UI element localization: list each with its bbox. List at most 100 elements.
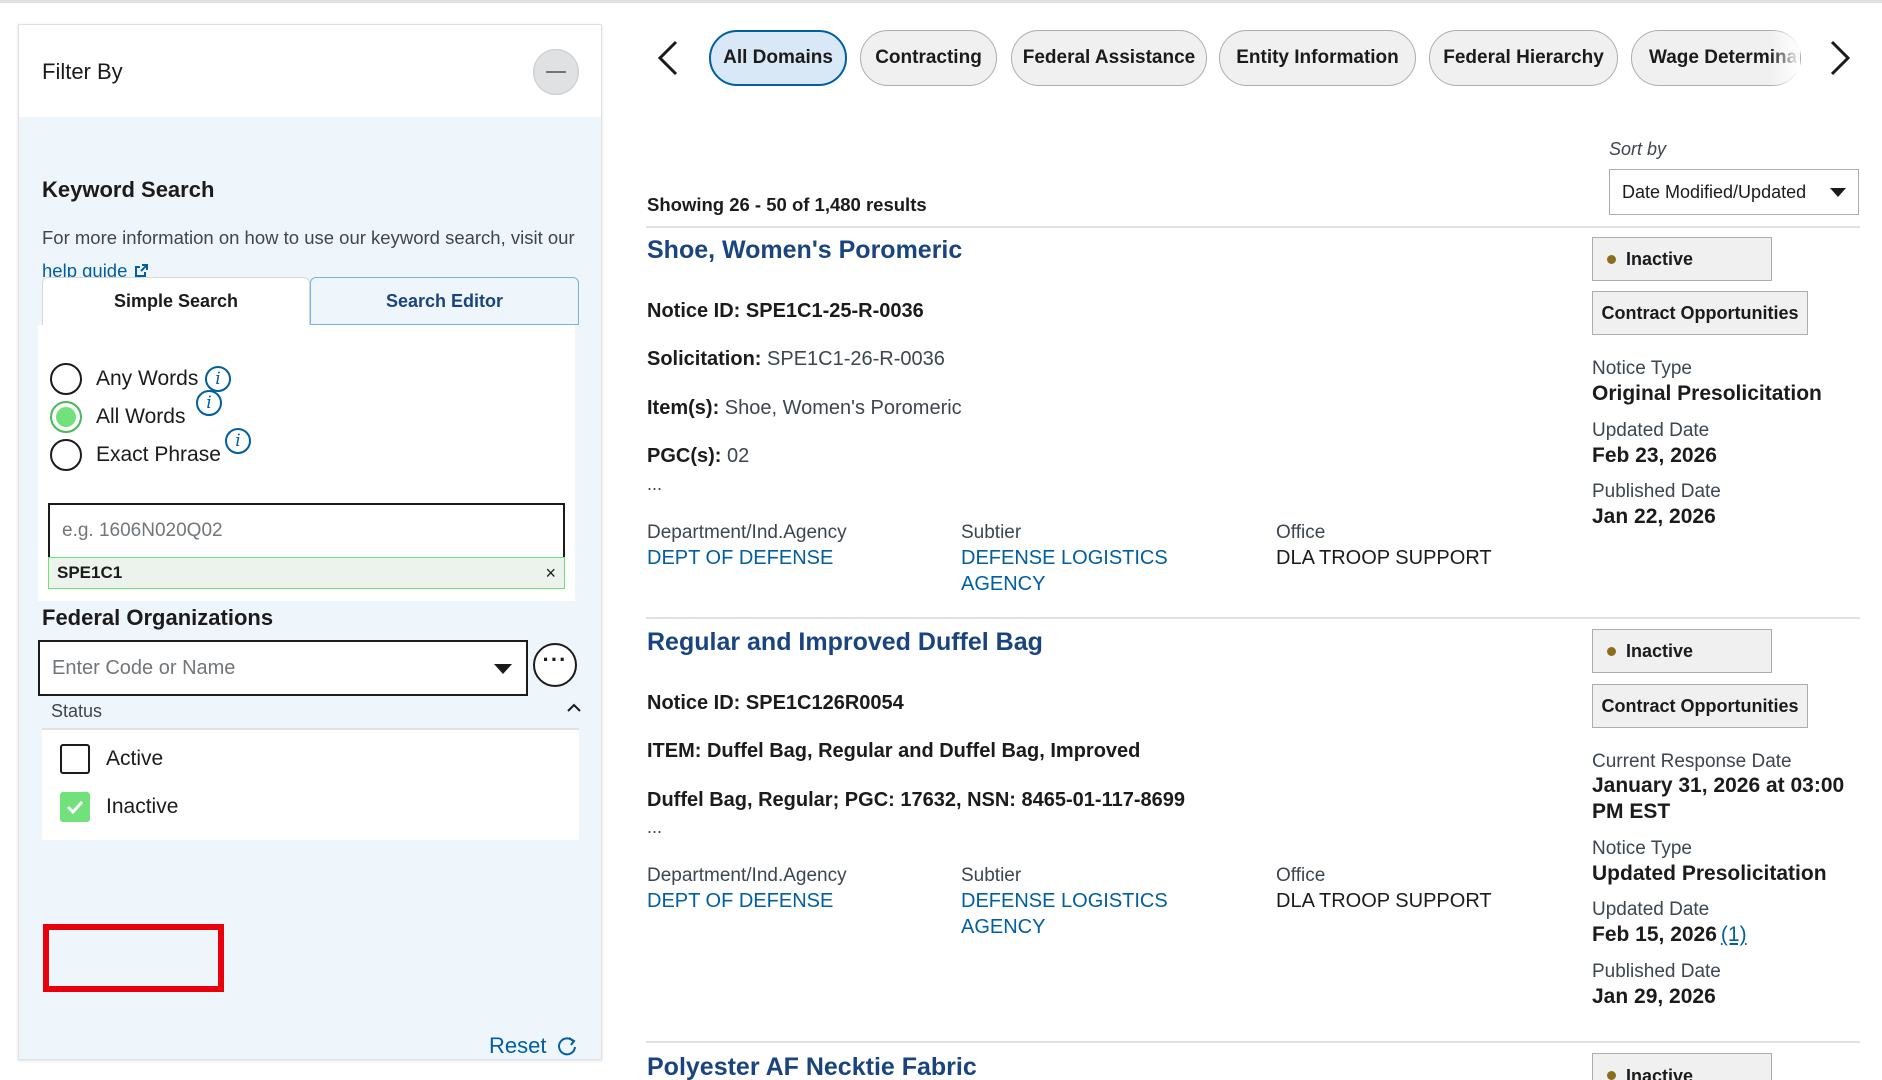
checkbox[interactable] xyxy=(60,744,90,774)
pgc: PGC(s): 02 xyxy=(647,445,750,467)
updated-date-value: Feb 23, 2026 xyxy=(1592,444,1717,467)
checkbox-label: Active xyxy=(106,747,164,770)
radio-button[interactable] xyxy=(50,401,82,433)
response-date-value: January 31, 2026 at 03:00 PM EST xyxy=(1592,774,1845,823)
ellipsis: ... xyxy=(647,817,663,837)
radio-button[interactable] xyxy=(50,363,82,395)
item-line: ITEM: Duffel Bag, Regular and Duffel Bag… xyxy=(647,740,1141,762)
sort-value: Date Modified/Updated xyxy=(1622,182,1807,202)
radio-all-words[interactable]: All Words xyxy=(50,401,185,433)
department-label: Department/Ind.Agency xyxy=(647,522,847,543)
result-title[interactable]: Polyester AF Necktie Fabric xyxy=(647,1053,977,1080)
department-label: Department/Ind.Agency xyxy=(647,865,847,886)
domain-pill-federal-hierarchy[interactable]: Federal Hierarchy xyxy=(1429,30,1618,86)
office-label: Office xyxy=(1276,522,1326,543)
status-dot-icon xyxy=(1607,646,1616,656)
solicitation: Solicitation: SPE1C1-26-R-0036 xyxy=(647,348,945,370)
highlight-box xyxy=(43,924,224,992)
office-value: DLA TROOP SUPPORT xyxy=(1276,547,1492,569)
radio-any-words[interactable]: Any Words xyxy=(50,363,198,395)
type-badge: Contract Opportunities xyxy=(1592,684,1808,728)
description-line: Duffel Bag, Regular; PGC: 17632, NSN: 84… xyxy=(647,789,1185,811)
updated-date-label: Updated Date xyxy=(1592,899,1710,920)
tab-simple-search[interactable]: Simple Search xyxy=(42,277,310,325)
domain-pill-federal-assistance[interactable]: Federal Assistance xyxy=(1011,30,1207,86)
filter-header: Filter By xyxy=(19,25,601,117)
collapse-filter-button[interactable] xyxy=(533,49,579,95)
subtier-link[interactable]: DEFENSE LOGISTICS AGENCY xyxy=(961,888,1191,940)
filter-title: Filter By xyxy=(42,59,123,84)
status-label: Status xyxy=(51,701,103,721)
federal-org-select[interactable]: Enter Code or Name xyxy=(38,640,528,696)
items: Item(s): Shoe, Women's Poromeric xyxy=(647,397,962,419)
sort-select[interactable]: Date Modified/Updated xyxy=(1609,169,1859,215)
reset-button[interactable]: Reset xyxy=(489,1033,578,1059)
filter-panel: Filter By Keyword Search For more inform… xyxy=(18,24,602,1060)
federal-organizations-title: Federal Organizations xyxy=(42,605,274,630)
status-badge: Inactive xyxy=(1592,1053,1772,1080)
result-title[interactable]: Regular and Improved Duffel Bag xyxy=(647,628,1043,657)
radio-label: All Words xyxy=(96,405,186,428)
simple-search-panel: Any Words i All Words i Exact Phrase i S… xyxy=(38,325,575,601)
department-link[interactable]: DEPT OF DEFENSE xyxy=(647,888,833,914)
search-tabs: Simple Search Search Editor xyxy=(42,277,582,325)
check-icon xyxy=(66,800,84,814)
response-date-label: Current Response Date xyxy=(1592,751,1792,772)
keyword-input-field[interactable] xyxy=(62,505,563,557)
department-link[interactable]: DEPT OF DEFENSE xyxy=(647,545,833,571)
divider xyxy=(646,1041,1860,1043)
info-icon[interactable]: i xyxy=(196,390,222,416)
caret-down-icon xyxy=(494,664,512,674)
chip-label: SPE1C1 xyxy=(57,563,123,582)
radio-button[interactable] xyxy=(50,439,82,471)
close-icon[interactable]: × xyxy=(545,558,556,588)
status-option-active[interactable]: Active xyxy=(60,744,163,774)
radio-label: Any Words xyxy=(96,367,199,390)
history-link[interactable]: (1) xyxy=(1721,923,1747,946)
minus-icon xyxy=(546,71,566,73)
results-count: Showing 26 - 50 of 1,480 results xyxy=(647,194,927,215)
updated-date-value: Feb 15, 2026 (1) xyxy=(1592,923,1747,946)
subtier-link[interactable]: DEFENSE LOGISTICS AGENCY xyxy=(961,545,1191,597)
result-title[interactable]: Shoe, Women's Poromeric xyxy=(647,236,962,265)
domain-pill-all-domains[interactable]: All Domains xyxy=(709,30,847,86)
status-options: Active Inactive xyxy=(42,728,579,840)
divider xyxy=(646,617,1860,619)
chevron-up-icon[interactable] xyxy=(567,701,581,715)
info-icon[interactable]: i xyxy=(205,366,231,392)
keyword-search-title: Keyword Search xyxy=(42,177,215,202)
keyword-search-input[interactable] xyxy=(48,503,565,559)
caret-down-icon xyxy=(1830,188,1846,197)
radio-exact-phrase[interactable]: Exact Phrase xyxy=(50,439,221,471)
chevron-left-icon[interactable] xyxy=(656,40,680,76)
divider xyxy=(646,226,1860,228)
chevron-right-icon[interactable] xyxy=(1828,40,1852,76)
checkbox[interactable] xyxy=(60,792,90,822)
domain-pill-contracting[interactable]: Contracting xyxy=(860,30,997,86)
radio-label: Exact Phrase xyxy=(96,443,221,466)
published-date-value: Jan 29, 2026 xyxy=(1592,985,1716,1008)
notice-id: Notice ID: SPE1C1-25-R-0036 xyxy=(647,300,924,322)
sort-label: Sort by xyxy=(1609,139,1667,159)
tab-search-editor[interactable]: Search Editor xyxy=(310,277,579,325)
keyword-chip: SPE1C1 × xyxy=(48,557,565,589)
status-option-inactive[interactable]: Inactive xyxy=(60,792,178,822)
status-badge: Inactive xyxy=(1592,237,1772,281)
notice-type-value: Updated Presolicitation xyxy=(1592,862,1827,885)
subtier-label: Subtier xyxy=(961,522,1022,543)
ellipsis: ... xyxy=(647,474,663,494)
office-label: Office xyxy=(1276,865,1326,886)
top-border xyxy=(0,0,1882,3)
published-date-label: Published Date xyxy=(1592,961,1721,982)
status-dot-icon xyxy=(1607,254,1616,264)
published-date-label: Published Date xyxy=(1592,481,1721,502)
notice-id: Notice ID: SPE1C126R0054 xyxy=(647,692,904,714)
notice-type-label: Notice Type xyxy=(1592,838,1692,859)
more-options-button[interactable]: ··· xyxy=(533,643,577,687)
type-badge: Contract Opportunities xyxy=(1592,291,1808,335)
subtier-label: Subtier xyxy=(961,865,1022,886)
checkbox-label: Inactive xyxy=(106,795,179,818)
info-icon[interactable]: i xyxy=(225,428,251,454)
domain-pill-entity-information[interactable]: Entity Information xyxy=(1219,30,1416,86)
reset-label: Reset xyxy=(489,1033,547,1058)
